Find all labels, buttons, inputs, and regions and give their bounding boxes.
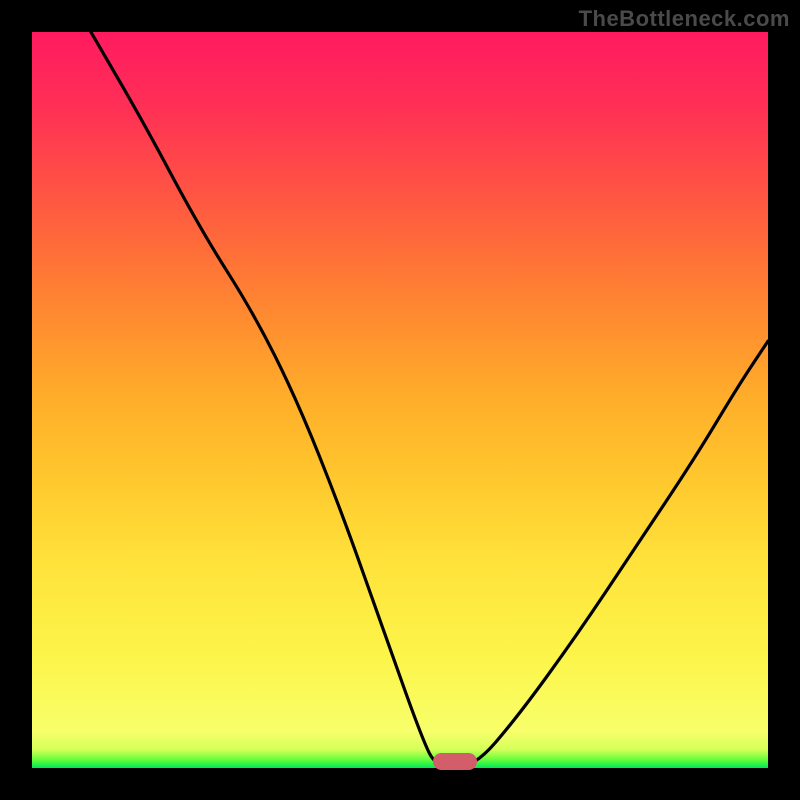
plot-area [32,32,768,768]
watermark-text: TheBottleneck.com [579,6,790,32]
chart-frame: TheBottleneck.com [0,0,800,800]
optimal-marker [433,753,477,770]
